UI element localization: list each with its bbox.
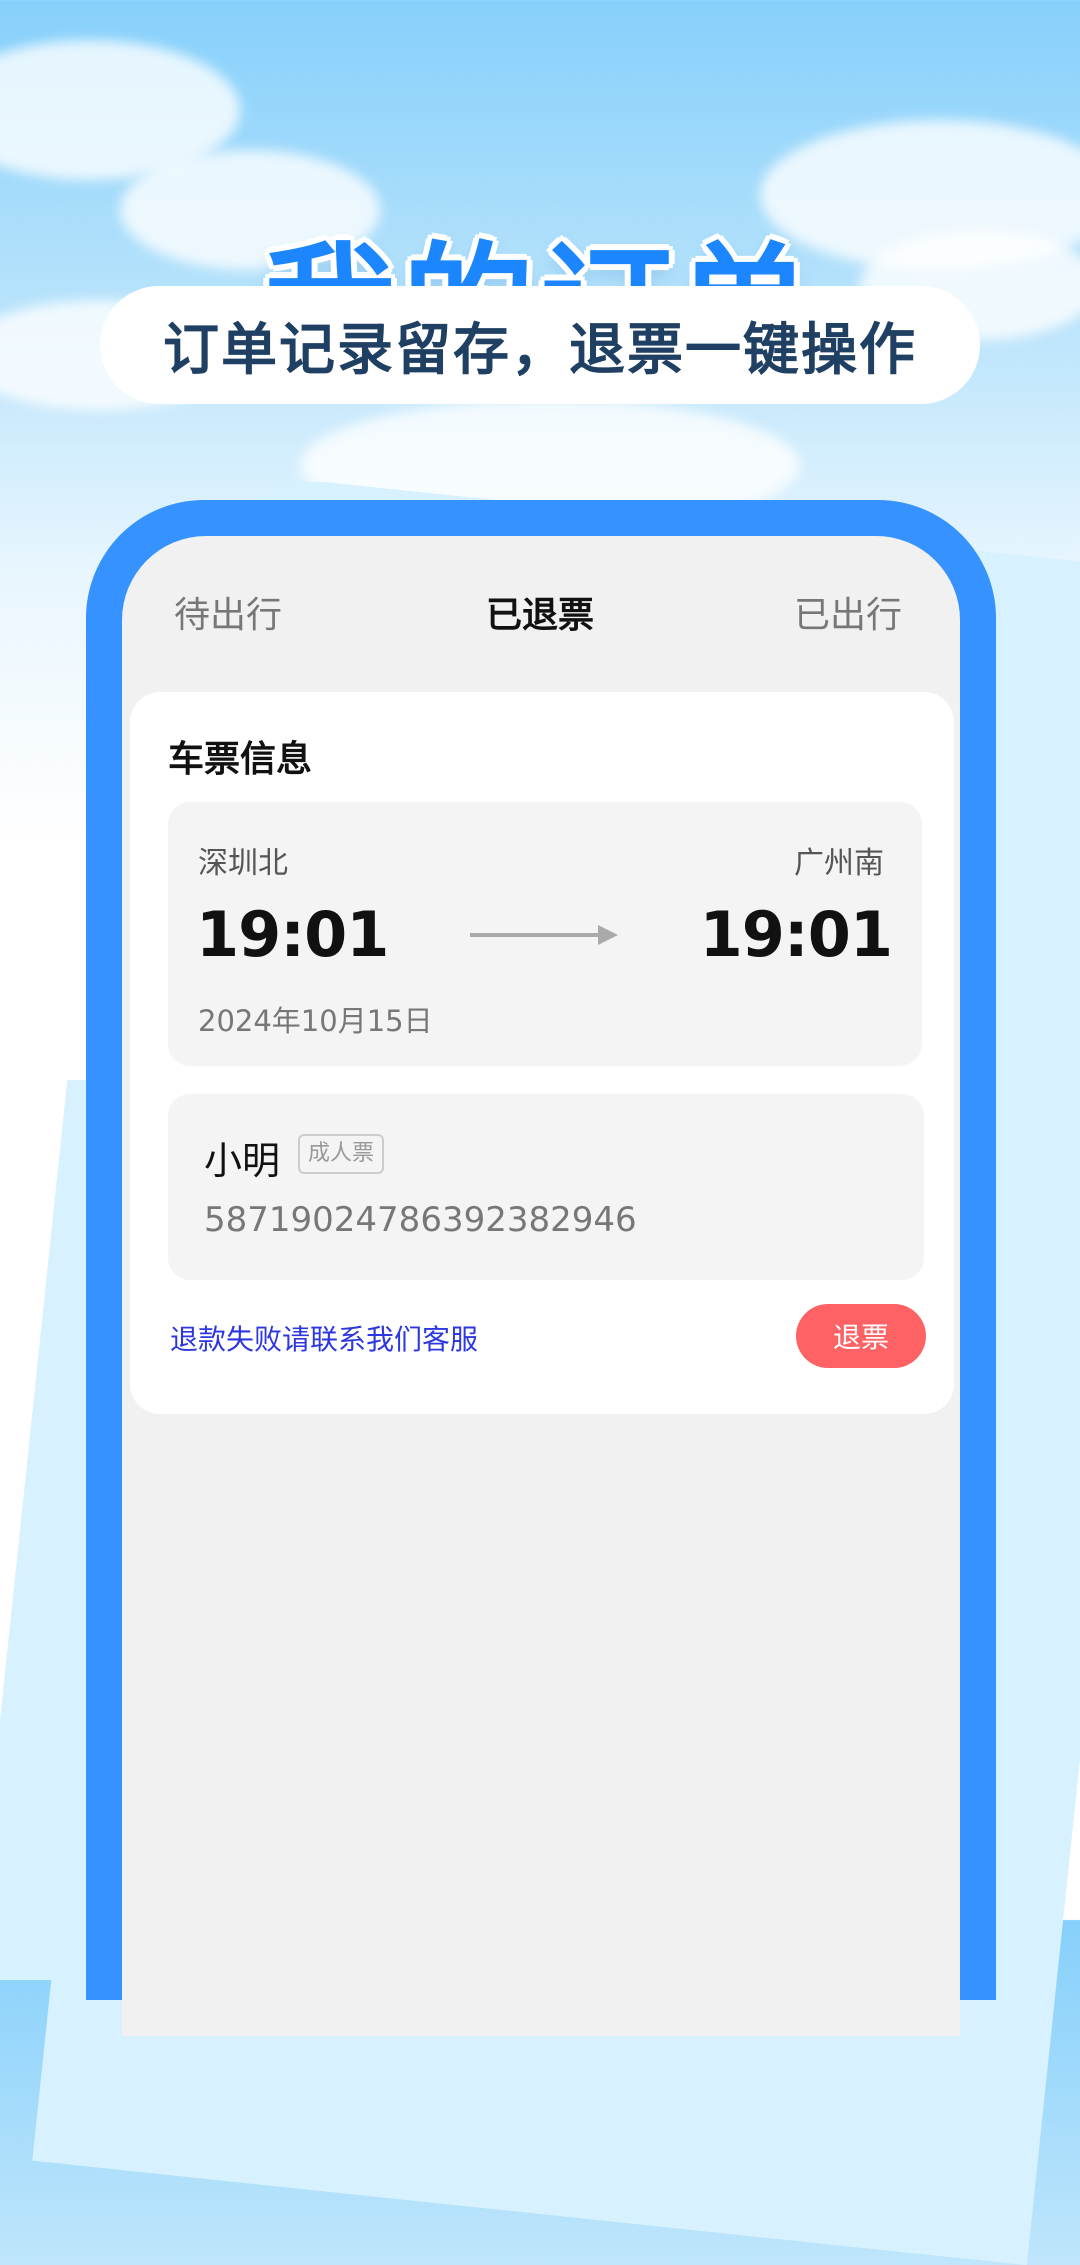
arrive-time: 19:01 bbox=[699, 898, 893, 971]
ticket-info-title: 车票信息 bbox=[168, 739, 313, 780]
phone-frame: 待出行 已退票 已出行 车票信息 深圳北 广州南 19:01 19:01 202… bbox=[86, 500, 996, 2036]
depart-time: 19:01 bbox=[196, 898, 389, 971]
trip-summary: 深圳北 广州南 19:01 19:01 2024年10月15日 bbox=[168, 802, 922, 1066]
right-arrow-icon bbox=[470, 925, 618, 945]
to-station: 广州南 bbox=[794, 846, 884, 881]
subtitle-text: 订单记录留存，退票一键操作 bbox=[163, 317, 917, 383]
ticket-type-badge: 成人票 bbox=[298, 1134, 385, 1174]
tab-pending[interactable]: 待出行 bbox=[174, 586, 282, 638]
phone-screen: 待出行 已退票 已出行 车票信息 深圳北 广州南 19:01 19:01 202… bbox=[122, 536, 960, 2036]
order-tabs: 待出行 已退票 已出行 bbox=[122, 586, 960, 656]
refund-button[interactable]: 退票 bbox=[796, 1304, 926, 1368]
passenger-name: 小明 bbox=[204, 1139, 281, 1183]
subtitle-banner: 订单记录留存，退票一键操作 bbox=[100, 286, 980, 404]
order-card: 车票信息 深圳北 广州南 19:01 19:01 2024年10月15日 小明 … bbox=[130, 692, 954, 1414]
passenger-info: 小明 成人票 587190247863923829​46 bbox=[168, 1094, 924, 1280]
travel-date: 2024年10月15日 bbox=[198, 1004, 433, 1038]
passenger-id-number: 587190247863923829​46 bbox=[204, 1200, 637, 1240]
from-station: 深圳北 bbox=[198, 846, 288, 881]
contact-service-link[interactable]: 退款失败请联系我们客服 bbox=[170, 1318, 478, 1358]
tab-completed[interactable]: 已出行 bbox=[794, 586, 902, 638]
tab-refunded[interactable]: 已退票 bbox=[486, 586, 594, 638]
